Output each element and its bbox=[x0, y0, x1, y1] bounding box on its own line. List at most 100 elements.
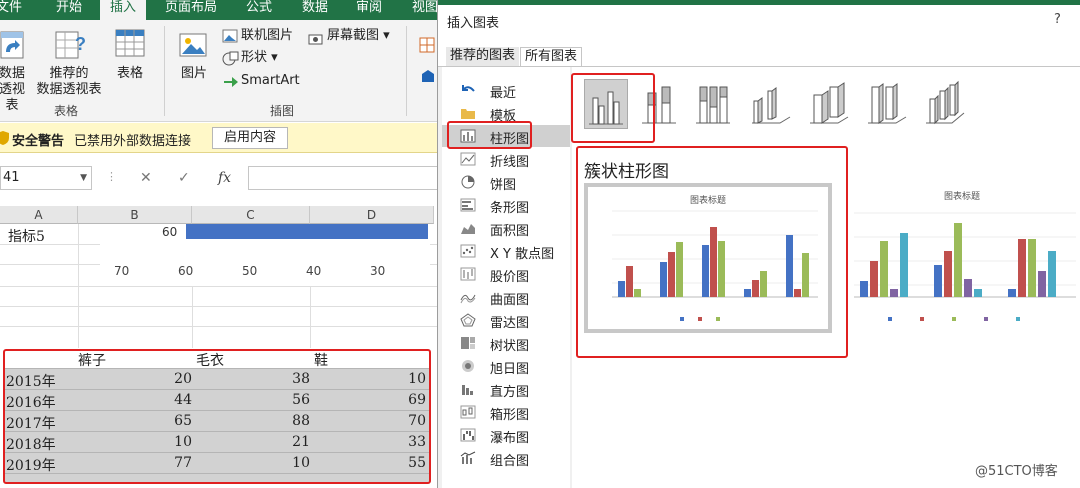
clustered-column-icon bbox=[589, 91, 623, 125]
surface-chart-icon bbox=[460, 294, 476, 304]
tab-page-layout[interactable]: 页面布局 bbox=[165, 0, 217, 20]
subtype-3d-stacked-column[interactable] bbox=[808, 79, 852, 129]
header-cell[interactable]: 裤子 bbox=[78, 350, 106, 370]
chart-type-recent[interactable]: 最近 bbox=[442, 79, 570, 101]
cancel-icon[interactable]: ✕ bbox=[140, 170, 152, 186]
value-cell[interactable]: 33 bbox=[360, 434, 426, 450]
chart-type-pie[interactable]: 饼图 bbox=[442, 171, 570, 193]
table-button[interactable]: 表格 bbox=[110, 66, 150, 82]
value-cell[interactable]: 10 bbox=[124, 434, 192, 450]
chart-type-sunburst[interactable]: 旭日图 bbox=[442, 355, 570, 377]
value-cell[interactable]: 69 bbox=[360, 392, 426, 408]
chart-type-scatter[interactable]: X Y 散点图 bbox=[442, 240, 570, 262]
value-cell[interactable]: 44 bbox=[124, 392, 192, 408]
chart-type-label: 箱形图 bbox=[490, 408, 530, 423]
cell-a-label[interactable]: 指标5 bbox=[8, 226, 45, 246]
shapes-button[interactable]: 形状 ▾ bbox=[241, 50, 278, 66]
chevron-down-icon[interactable]: ▼ bbox=[80, 167, 87, 189]
chart-type-area[interactable]: 面积图 bbox=[442, 217, 570, 239]
row-label-cell[interactable]: 2018年 bbox=[6, 434, 56, 454]
insert-function-icon[interactable]: fx bbox=[218, 170, 231, 186]
row-label-cell[interactable]: 2016年 bbox=[6, 392, 56, 412]
value-cell[interactable]: 56 bbox=[244, 392, 310, 408]
value-cell[interactable]: 38 bbox=[244, 371, 310, 387]
tab-view[interactable]: 视图 bbox=[412, 0, 438, 20]
row-label-cell[interactable]: 2017年 bbox=[6, 413, 56, 433]
chart-preview-selected[interactable]: 图表标题 bbox=[584, 183, 832, 333]
chart-type-templates[interactable]: 模板 bbox=[442, 102, 570, 124]
value-cell[interactable]: 70 bbox=[360, 413, 426, 429]
chart-type-surface[interactable]: 曲面图 bbox=[442, 286, 570, 308]
dialog-title: 插入图表 bbox=[447, 16, 500, 31]
chart-type-label: 饼图 bbox=[490, 178, 517, 193]
insert-chart-dialog: 插入图表 ? 推荐的图表 所有图表 最近 模板 柱形图 折线图 饼图 条形图 面… bbox=[437, 0, 1080, 488]
subtype-clustered-column[interactable] bbox=[584, 79, 628, 129]
row-label-cell[interactable]: 2015年 bbox=[6, 371, 56, 391]
chart-type-bar[interactable]: 条形图 bbox=[442, 194, 570, 216]
pivot-table-button[interactable]: 数据 透视表 bbox=[0, 66, 28, 114]
formula-input[interactable] bbox=[248, 166, 440, 190]
tab-recommended-charts[interactable]: 推荐的图表 bbox=[446, 47, 520, 67]
table-row: 2017年 65 88 70 bbox=[4, 411, 430, 432]
chart-type-label: 面积图 bbox=[490, 224, 530, 239]
tab-home[interactable]: 开始 bbox=[56, 0, 82, 20]
radar-chart-icon bbox=[460, 313, 476, 327]
tab-file[interactable]: 文件 bbox=[0, 0, 22, 20]
chart-type-combo[interactable]: 组合图 bbox=[442, 447, 570, 469]
enable-content-button[interactable]: 启用内容 bbox=[212, 127, 288, 149]
subtype-title: 簇状柱形图 bbox=[584, 162, 669, 182]
online-pictures-button[interactable]: 联机图片 bbox=[241, 28, 293, 44]
column-header-a[interactable]: A bbox=[0, 206, 78, 224]
tab-review[interactable]: 审阅 bbox=[356, 0, 382, 20]
subtype-stacked-column[interactable] bbox=[638, 79, 682, 129]
chart-type-histogram[interactable]: 直方图 bbox=[442, 378, 570, 400]
security-warning-title: 安全警告 bbox=[12, 134, 65, 149]
value-cell[interactable]: 20 bbox=[124, 371, 192, 387]
enter-icon[interactable]: ✓ bbox=[178, 170, 190, 186]
value-cell[interactable]: 21 bbox=[244, 434, 310, 450]
recommended-pivot-button[interactable]: 推荐的 数据透视表 bbox=[34, 66, 104, 98]
value-cell[interactable]: 88 bbox=[244, 413, 310, 429]
header-cell[interactable]: 鞋 bbox=[314, 350, 328, 370]
subtype-3d-clustered-column[interactable] bbox=[750, 79, 794, 129]
pictures-button[interactable]: 图片 bbox=[176, 66, 212, 82]
value-cell[interactable]: 10 bbox=[360, 371, 426, 387]
tab-insert[interactable]: 插入 bbox=[100, 0, 147, 20]
help-button[interactable]: ? bbox=[1054, 12, 1061, 27]
value-cell[interactable]: 10 bbox=[244, 455, 310, 471]
subtype-3d-column[interactable] bbox=[924, 79, 968, 129]
stock-chart-icon bbox=[460, 267, 476, 281]
preview-chart-plot bbox=[612, 210, 818, 321]
chart-type-column[interactable]: 柱形图 bbox=[442, 125, 570, 147]
tab-data[interactable]: 数据 bbox=[302, 0, 328, 20]
value-cell[interactable]: 77 bbox=[124, 455, 192, 471]
3d-stacked-column-icon bbox=[810, 82, 849, 124]
chart-type-label: 股价图 bbox=[490, 270, 530, 285]
subtype-3d-100-stacked-column[interactable] bbox=[866, 79, 910, 129]
column-header-c[interactable]: C bbox=[192, 206, 310, 224]
chart-type-line[interactable]: 折线图 bbox=[442, 148, 570, 170]
chart-type-treemap[interactable]: 树状图 bbox=[442, 332, 570, 354]
chart-type-stock[interactable]: 股价图 bbox=[442, 263, 570, 285]
header-cell[interactable]: 毛衣 bbox=[196, 350, 224, 370]
tab-all-charts[interactable]: 所有图表 bbox=[520, 47, 583, 67]
chart-preview-alternate[interactable]: 图表标题 bbox=[844, 183, 1080, 333]
group-label-illustrations: 插图 bbox=[270, 104, 295, 118]
drag-handle-icon[interactable]: ⋮ bbox=[106, 170, 117, 183]
grid-line bbox=[0, 306, 440, 307]
column-header-d[interactable]: D bbox=[310, 206, 434, 224]
column-header-b[interactable]: B bbox=[78, 206, 192, 224]
chart-type-waterfall[interactable]: 瀑布图 bbox=[442, 424, 570, 446]
chart-bar[interactable] bbox=[186, 224, 428, 239]
ribbon: 数据 透视表 ? 推荐的 数据透视表 表格 表格 图片 联机图片 形状 ▾ Sm… bbox=[0, 20, 440, 122]
value-cell[interactable]: 65 bbox=[124, 413, 192, 429]
chart-type-boxwhisker[interactable]: 箱形图 bbox=[442, 401, 570, 423]
row-label-cell[interactable]: 2019年 bbox=[6, 455, 56, 475]
screenshot-button[interactable]: 屏幕截图 ▾ bbox=[327, 28, 390, 44]
chart-type-radar[interactable]: 雷达图 bbox=[442, 309, 570, 331]
subtype-100-stacked-column[interactable] bbox=[692, 79, 736, 129]
tab-formulas[interactable]: 公式 bbox=[246, 0, 272, 20]
name-box[interactable]: 41 ▼ bbox=[0, 166, 92, 190]
smartart-button[interactable]: SmartArt bbox=[241, 73, 300, 89]
value-cell[interactable]: 55 bbox=[360, 455, 426, 471]
